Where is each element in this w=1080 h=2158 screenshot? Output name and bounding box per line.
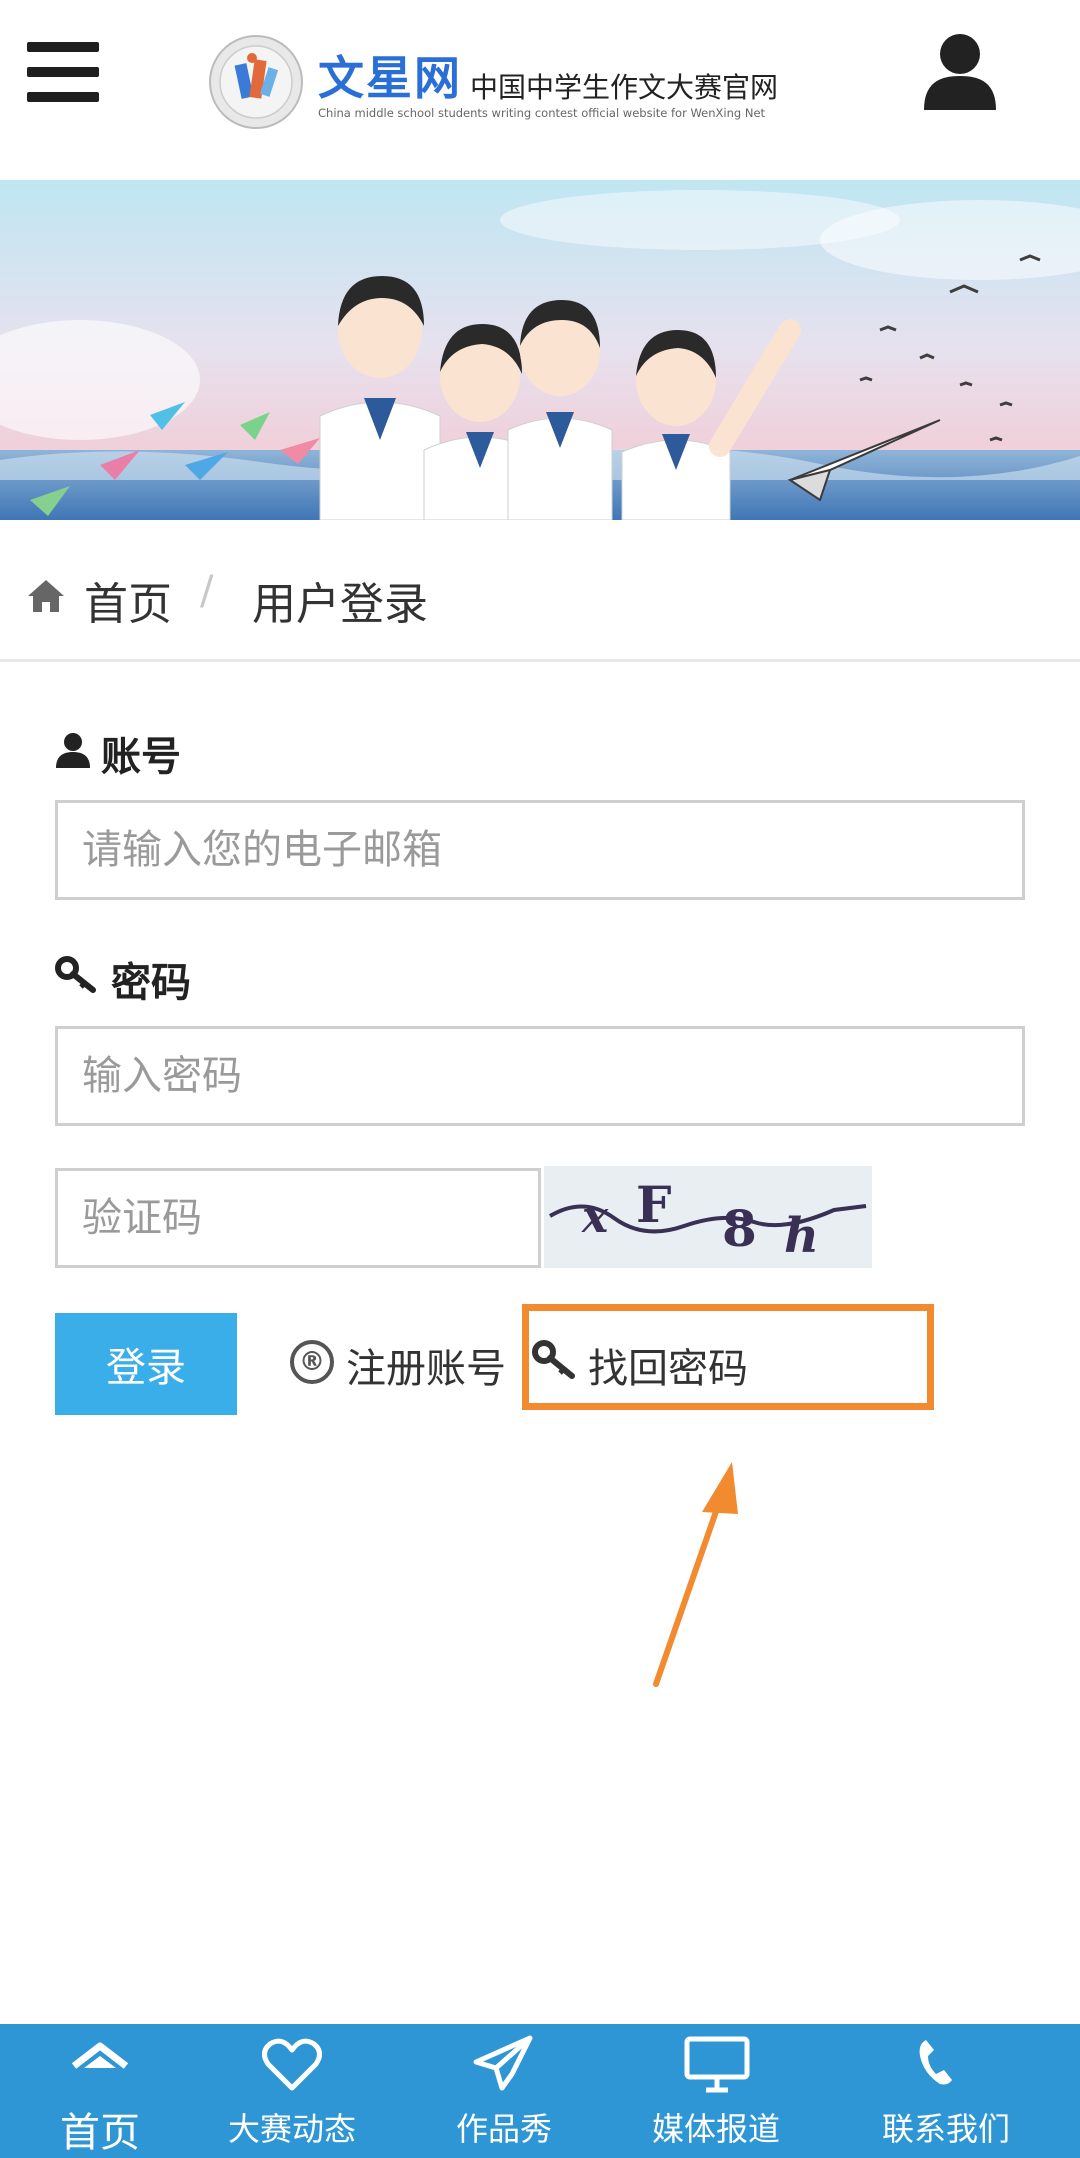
nav-label: 作品秀 — [455, 2110, 552, 2148]
nav-item-media[interactable]: 媒体报道 — [616, 2024, 816, 2158]
logo-english-subtitle: China middle school students writing con… — [318, 106, 766, 120]
home-icon[interactable] — [26, 578, 66, 614]
account-label-text: 账号 — [101, 734, 181, 780]
captcha-char: x — [581, 1192, 609, 1243]
key-icon — [55, 956, 96, 993]
breadcrumb-home-link[interactable]: 首页 — [84, 568, 172, 632]
site-header: 文星网 中国中学生作文大赛官网 China middle school stud… — [0, 0, 1080, 180]
registered-icon: ® — [290, 1340, 334, 1384]
menu-icon[interactable] — [27, 42, 99, 102]
login-button[interactable]: 登录 — [55, 1313, 237, 1415]
nav-item-works[interactable]: 作品秀 — [404, 2024, 604, 2158]
hero-banner — [0, 180, 1080, 520]
site-logo[interactable]: 文星网 中国中学生作文大赛官网 China middle school stud… — [208, 34, 808, 134]
captcha-image[interactable]: x F 8 h — [544, 1166, 872, 1268]
breadcrumb-separator: / — [200, 568, 214, 614]
highlight-annotation-box — [522, 1304, 934, 1410]
captcha-graphic: x F 8 h — [548, 1175, 867, 1264]
account-email-input[interactable] — [55, 800, 1025, 900]
arrow-annotation-icon — [653, 1462, 738, 1687]
captcha-char: 8 — [722, 1199, 757, 1258]
logo-title: 文星网 — [318, 51, 462, 105]
nav-label: 媒体报道 — [651, 2110, 780, 2148]
heart-icon — [262, 2038, 322, 2091]
nav-item-contest-news[interactable]: 大赛动态 — [192, 2024, 392, 2158]
user-account-icon[interactable] — [922, 32, 998, 112]
paper-plane-icon — [473, 2035, 533, 2091]
phone-icon — [919, 2040, 952, 2085]
nav-label: 大赛动态 — [227, 2110, 356, 2148]
captcha-char: h — [784, 1208, 819, 1264]
nav-item-home[interactable]: 首页 — [0, 2024, 200, 2158]
home-icon — [71, 2042, 129, 2069]
captcha-input[interactable] — [55, 1168, 541, 1268]
nav-label: 联系我们 — [881, 2110, 1010, 2148]
user-icon — [56, 733, 90, 768]
captcha-char: F — [636, 1175, 672, 1234]
logo-subtitle: 中国中学生作文大赛官网 — [470, 71, 779, 104]
password-input[interactable] — [55, 1026, 1025, 1126]
banner-illustration — [0, 180, 1080, 520]
password-label-text: 密码 — [111, 960, 191, 1006]
register-account-link[interactable]: 注册账号 — [346, 1336, 506, 1394]
nav-label: 首页 — [60, 2110, 140, 2156]
nav-item-contact[interactable]: 联系我们 — [846, 2024, 1046, 2158]
breadcrumb-current: 用户登录 — [252, 579, 428, 630]
bottom-navigation: 首页 大赛动态 作品秀 媒体报道 联系我们 — [0, 2024, 1080, 2158]
logo-emblem-icon — [209, 35, 303, 129]
monitor-icon — [684, 2036, 750, 2093]
